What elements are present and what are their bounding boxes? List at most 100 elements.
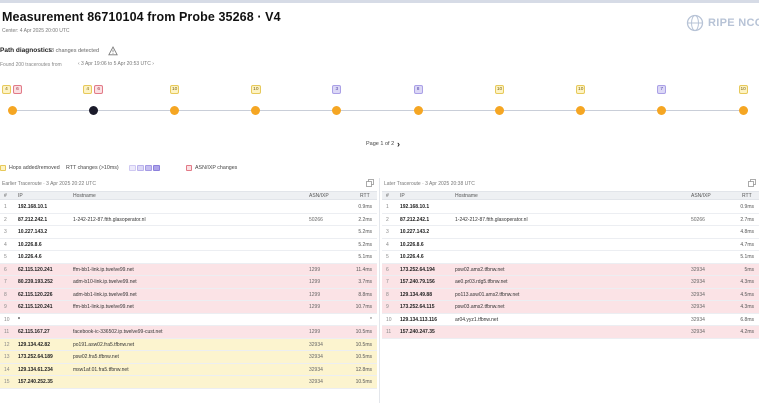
hop-number: 9 <box>4 304 7 310</box>
col-hostname: Hostname <box>455 193 478 199</box>
table-row: 4 10.226.8.6 4.7ms <box>382 239 759 251</box>
hop-number: 11 <box>386 329 392 335</box>
hostname: po113.asw01.ams2.tfbnw.net <box>455 291 520 298</box>
page-header: Measurement 86710104 from Probe 35268 · … <box>0 8 759 40</box>
ripe-globe-icon <box>686 14 704 32</box>
change-badges: 46 <box>2 85 22 95</box>
hostname: ae0.pr03.rdg5.tfbnw.net <box>455 279 508 285</box>
top-border <box>0 0 759 3</box>
hostname: psw02.ams2.tfbnw.net <box>455 266 505 273</box>
rtt-change-badge: 7 <box>657 85 667 94</box>
ripe-ncc-logo: RIPE NCC <box>686 12 759 36</box>
next-page-button[interactable]: › <box>397 139 400 149</box>
traceroute-dot[interactable] <box>332 106 342 115</box>
table-row: 7 80.239.193.252 adm-b10-link.ip.twelve99.… <box>0 276 377 289</box>
panel-divider <box>379 178 380 403</box>
change-badges: 7 <box>657 85 667 95</box>
path-diagnostics-title: Path diagnostics <box>0 47 53 54</box>
asn: 50266 <box>309 216 323 223</box>
col-num: # <box>4 193 7 199</box>
copy-icon[interactable] <box>748 179 756 187</box>
ip-address: 173.252.64.194 <box>400 266 435 273</box>
traceroute-dot[interactable] <box>657 106 667 115</box>
table-row: 15 157.240.252.35 32934 10.5ms <box>0 376 377 389</box>
rtt: 4.8ms <box>740 229 754 235</box>
selected-traceroute-dot[interactable] <box>88 106 98 115</box>
hop-number: 2 <box>386 216 389 223</box>
ip-address: 62.115.120.241 <box>18 304 53 310</box>
rtt: 4.3ms <box>740 279 754 285</box>
copy-icon[interactable] <box>366 179 374 187</box>
traceroute-dot[interactable] <box>251 106 261 115</box>
ip-address: 10.227.143.2 <box>400 229 430 235</box>
asn: 32934 <box>309 354 323 360</box>
timeline-change[interactable]: 3 <box>317 80 357 126</box>
traceroute-dot[interactable] <box>576 106 586 115</box>
hop-number: 15 <box>4 379 10 385</box>
ip-address: 87.212.242.1 <box>18 216 48 223</box>
hop-number: 7 <box>386 279 389 285</box>
asn-change-badge: 6 <box>94 85 104 94</box>
table-row: 2 87.212.242.1 1-242-212-87.ftth.glasopera… <box>382 214 759 226</box>
hop-number: 14 <box>4 366 10 373</box>
ip-address: 192.168.10.1 <box>18 204 48 210</box>
change-badges: 3 <box>332 85 342 95</box>
found-traceroutes: Found 200 traceroutes from ‹ 3 Apr 19:06… <box>0 60 400 72</box>
later-traceroute-title: Later Traceroute · 3 Apr 2025 20:38 UTC <box>384 181 475 187</box>
rtt: 2.2ms <box>358 216 372 223</box>
table-row: 1 192.168.10.1 0.9ms <box>382 201 759 214</box>
hostname: ar04.yyz1.tfbnw.net <box>455 316 499 323</box>
legend-rtt-label: RTT changes (>10ms) <box>66 165 119 171</box>
table-row: 12 129.134.42.82 po191.asw02.fra5.tfbnw.ne… <box>0 338 377 351</box>
hop-change-badge: 4 <box>2 85 11 94</box>
later-traceroute-panel: Later Traceroute · 3 Apr 2025 20:38 UTC … <box>382 178 759 403</box>
timeline-change[interactable]: 10 <box>154 80 194 126</box>
table-row: 6 62.115.120.241 ffm-bb1-link.ip.twelve99.… <box>0 263 377 276</box>
rtt-change-badge: 8 <box>413 85 423 94</box>
timeline-change[interactable]: 10 <box>479 80 519 126</box>
rtt: 6.8ms <box>740 316 754 323</box>
pagination: Page 1 of 2 › <box>366 139 426 150</box>
found-label: Found 200 traceroutes from <box>0 62 62 68</box>
hop-number: 10 <box>4 316 10 323</box>
table-row: 5 10.226.4.6 5.1ms <box>0 251 377 264</box>
hostname: facebook-ic-336502.ip.twelve99-cust.net <box>73 329 163 335</box>
timeline-change[interactable]: 10 <box>561 80 601 126</box>
traceroute-dot[interactable] <box>738 106 748 115</box>
timeline-change[interactable]: 46 <box>73 80 113 126</box>
rtt: 2.7ms <box>740 216 754 223</box>
rtt: 12.8ms <box>355 366 372 373</box>
traceroute-dot[interactable] <box>7 106 17 115</box>
col-asn: ASN/IXP <box>309 193 329 199</box>
timeline-change[interactable]: 10 <box>723 80 759 126</box>
ip-address: 10.226.8.6 <box>400 241 424 248</box>
timeline-change[interactable]: 46 <box>0 80 32 126</box>
change-badges: 10 <box>251 85 261 95</box>
table-row: 2 87.212.242.1 1-242-212-87.ftth.glasopera… <box>0 214 377 226</box>
table-row: 6 173.252.64.194 psw02.ams2.tfbnw.net 32934… <box>382 263 759 276</box>
table-row: 5 10.226.4.6 5.1ms <box>382 251 759 264</box>
traceroute-dot[interactable] <box>494 106 504 115</box>
warning-icon <box>108 46 118 56</box>
legend-asn-label: ASN/IXP changes <box>195 165 238 171</box>
table-row: 8 62.115.120.226 adm-bb1-link.ip.twelve99.… <box>0 288 377 301</box>
hop-change-badge: 4 <box>83 85 93 94</box>
rtt: 5.1ms <box>358 254 372 260</box>
date-range-selector[interactable]: ‹ 3 Apr 19:06 to 5 Apr 20:53 UTC › <box>74 60 158 69</box>
asn: 32934 <box>309 341 323 348</box>
timeline-change[interactable]: 7 <box>642 80 682 126</box>
hop-number: 1 <box>386 204 389 210</box>
timeline-change[interactable]: 10 <box>236 80 276 126</box>
rtt: 10.7ms <box>355 304 372 310</box>
change-badges: 10 <box>494 85 505 95</box>
traceroute-dot[interactable] <box>413 106 423 115</box>
hop-number: 11 <box>4 329 10 335</box>
legend-hops-label: Hops added/removed <box>9 165 60 171</box>
rtt: 11.4ms <box>355 266 372 273</box>
ip-address: 10.226.4.6 <box>400 254 424 260</box>
traceroute-dot[interactable] <box>169 106 179 115</box>
timeline-change[interactable]: 8 <box>398 80 438 126</box>
asn: 1299 <box>309 291 321 298</box>
hostname: msw1af.01.fra5.tfbnw.net <box>73 366 129 373</box>
earlier-traceroute-title: Earlier Traceroute · 3 Apr 2025 20:22 UT… <box>2 181 96 187</box>
